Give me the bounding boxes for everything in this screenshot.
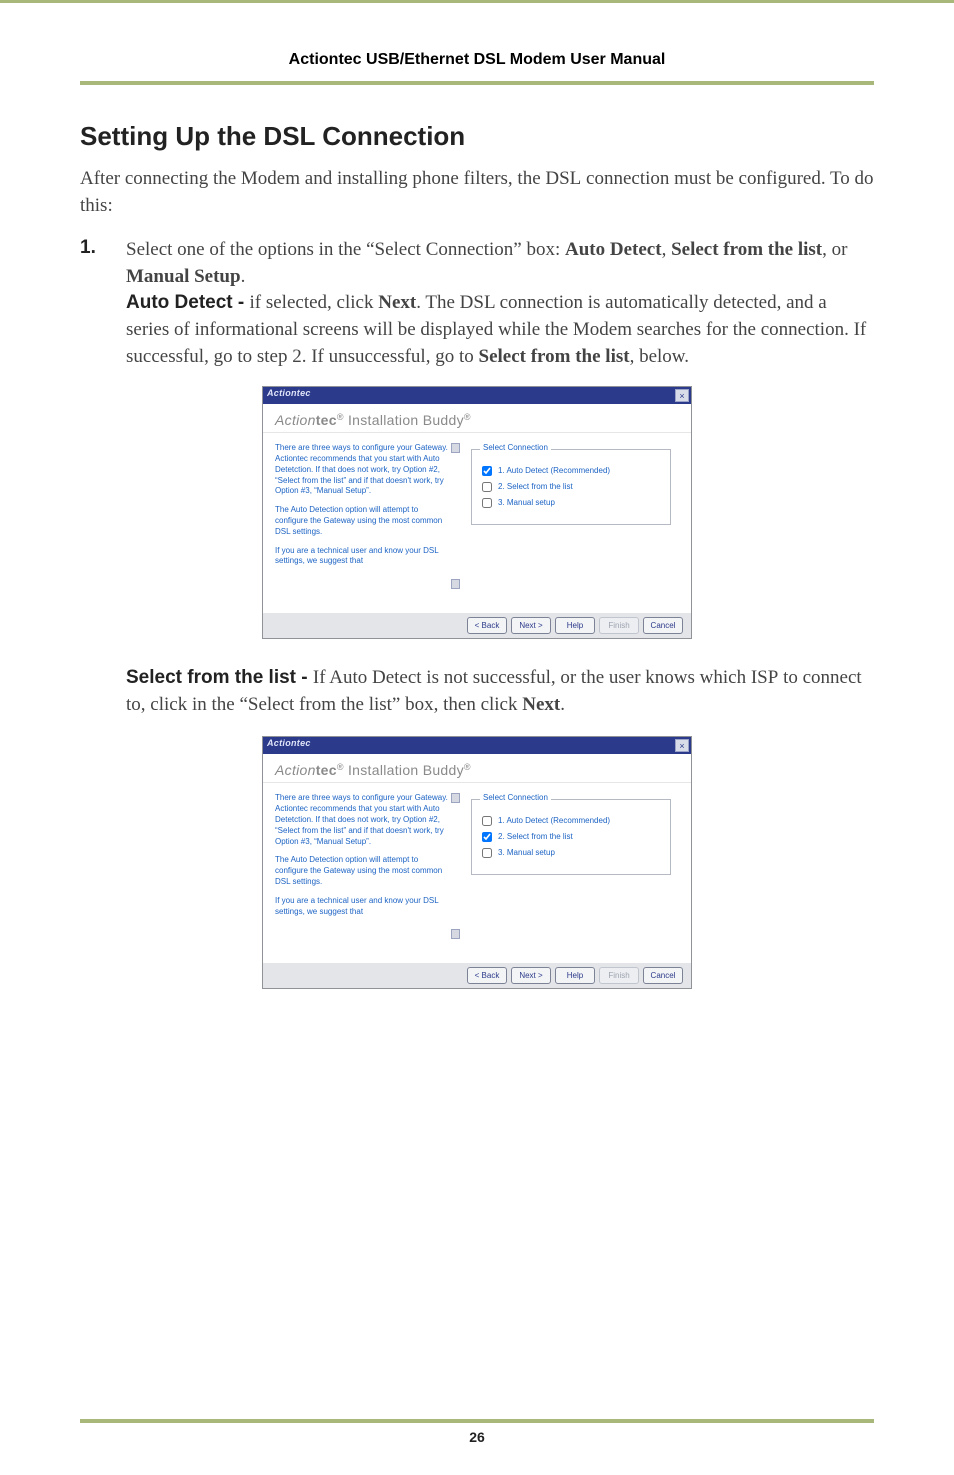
brand-rest: Installation Buddy xyxy=(344,762,464,778)
intro-dsl: DSL xyxy=(545,168,581,189)
dialog2-banner: Actiontec® Installation Buddy® xyxy=(263,754,691,783)
opt-auto-detect[interactable]: 1. Auto Detect (Recommended) xyxy=(482,816,660,826)
dialog1-brand: Actiontec® Installation Buddy® xyxy=(275,412,679,428)
s1-opt-auto: Auto Detect xyxy=(565,239,662,260)
fl-next: Next xyxy=(522,694,560,715)
opt-manual-label: 3. Manual setup xyxy=(498,498,555,507)
auto-dsl: DSL xyxy=(460,292,495,313)
select-from-list-paragraph: Select from the list - If Auto Detect is… xyxy=(80,665,874,718)
dialog2-instructions: There are three ways to configure your G… xyxy=(275,793,457,939)
opt-manual-label: 3. Manual setup xyxy=(498,848,555,857)
help-button[interactable]: Help xyxy=(555,967,595,984)
s1-sep1: , xyxy=(662,239,672,260)
close-icon[interactable]: × xyxy=(675,739,689,752)
select-connection-fieldset: Select Connection 1. Auto Detect (Recomm… xyxy=(471,449,671,525)
dialog1-button-row: < Back Next > Help Finish Cancel xyxy=(263,613,691,638)
next-button[interactable]: Next > xyxy=(511,967,551,984)
dialog1-banner: Actiontec® Installation Buddy® xyxy=(263,404,691,433)
scroll-up-icon[interactable] xyxy=(451,443,460,453)
brand-action: Action xyxy=(275,762,316,778)
auto-detect-label: Auto Detect - xyxy=(126,292,250,313)
next-button[interactable]: Next > xyxy=(511,617,551,634)
intro-text-a: After connecting the Modem and installin… xyxy=(80,168,545,189)
instr-p3: If you are a technical user and know you… xyxy=(275,896,451,918)
opt-manual[interactable]: 3. Manual setup xyxy=(482,498,660,508)
finish-button: Finish xyxy=(599,967,639,984)
auto-text-b: . The xyxy=(416,292,459,313)
brand-reg2: ® xyxy=(464,412,471,422)
opt-select-list-checkbox[interactable] xyxy=(482,832,492,842)
auto-text-a: if selected, click xyxy=(250,292,379,313)
opt-manual[interactable]: 3. Manual setup xyxy=(482,848,660,858)
cancel-button[interactable]: Cancel xyxy=(643,967,683,984)
scroll-up-icon[interactable] xyxy=(451,793,460,803)
opt-auto-detect-label: 1. Auto Detect (Recommended) xyxy=(498,816,610,825)
finish-button: Finish xyxy=(599,617,639,634)
footer-rule xyxy=(80,1419,874,1423)
auto-select-from-list: Select from the list xyxy=(479,346,630,367)
s1-text-a: Select one of the options in the “Select… xyxy=(126,239,565,260)
back-button[interactable]: < Back xyxy=(467,617,507,634)
brand-reg1: ® xyxy=(337,412,344,422)
instr-p3: If you are a technical user and know you… xyxy=(275,546,451,568)
s1-sep2: , or xyxy=(822,239,847,260)
instr-p2: The Auto Detection option will attempt t… xyxy=(275,855,451,887)
opt-auto-detect-checkbox[interactable] xyxy=(482,816,492,826)
brand-action: Action xyxy=(275,412,316,428)
auto-text-d: , below. xyxy=(630,346,689,367)
scroll-down-icon[interactable] xyxy=(451,929,460,939)
dialog2-button-row: < Back Next > Help Finish Cancel xyxy=(263,963,691,988)
opt-select-list[interactable]: 2. Select from the list xyxy=(482,832,660,842)
brand-reg2: ® xyxy=(464,762,471,772)
fl-text-a: If Auto Detect is not successful, or the… xyxy=(313,667,751,688)
fl-isp: ISP xyxy=(751,667,778,688)
fieldset-legend: Select Connection xyxy=(480,793,551,802)
s1-opt-select: Select from the list xyxy=(671,239,822,260)
fl-text-c: . xyxy=(560,694,565,715)
opt-manual-checkbox[interactable] xyxy=(482,848,492,858)
installation-dialog-2: Actiontec × Actiontec® Installation Budd… xyxy=(262,736,692,989)
step-1-number: 1. xyxy=(80,237,102,370)
fieldset-legend: Select Connection xyxy=(480,443,551,452)
s1-period: . xyxy=(241,266,246,287)
section-heading: Setting Up the DSL Connection xyxy=(80,121,874,152)
instr-p1: There are three ways to configure your G… xyxy=(275,443,451,497)
step-1-body: Select one of the options in the “Select… xyxy=(126,237,874,370)
brand-rest: Installation Buddy xyxy=(344,412,464,428)
opt-auto-detect-label: 1. Auto Detect (Recommended) xyxy=(498,466,610,475)
select-connection-fieldset: Select Connection 1. Auto Detect (Recomm… xyxy=(471,799,671,875)
brand-tec: tec xyxy=(316,762,337,778)
page-footer: 26 xyxy=(0,1413,954,1445)
dialog1-app-name: Actiontec xyxy=(267,388,311,398)
close-icon[interactable]: × xyxy=(675,389,689,402)
back-button[interactable]: < Back xyxy=(467,967,507,984)
cancel-button[interactable]: Cancel xyxy=(643,617,683,634)
installation-dialog-1: Actiontec × Actiontec® Installation Budd… xyxy=(262,386,692,639)
brand-tec: tec xyxy=(316,412,337,428)
opt-select-list[interactable]: 2. Select from the list xyxy=(482,482,660,492)
s1-opt-manual: Manual Setup xyxy=(126,266,241,287)
page-number: 26 xyxy=(0,1429,954,1445)
dialog1-instructions: There are three ways to configure your G… xyxy=(275,443,457,589)
manual-title-header: Actiontec USB/Ethernet DSL Modem User Ma… xyxy=(80,43,874,85)
intro-paragraph: After connecting the Modem and installin… xyxy=(80,166,874,219)
step-1: 1. Select one of the options in the “Sel… xyxy=(80,237,874,370)
opt-select-list-label: 2. Select from the list xyxy=(498,482,573,491)
opt-manual-checkbox[interactable] xyxy=(482,498,492,508)
scroll-down-icon[interactable] xyxy=(451,579,460,589)
dialog2-brand: Actiontec® Installation Buddy® xyxy=(275,762,679,778)
select-list-label: Select from the list - xyxy=(126,667,313,688)
opt-select-list-checkbox[interactable] xyxy=(482,482,492,492)
dialog2-app-name: Actiontec xyxy=(267,738,311,748)
brand-reg1: ® xyxy=(337,762,344,772)
opt-select-list-label: 2. Select from the list xyxy=(498,832,573,841)
dialog1-titlebar: Actiontec × xyxy=(263,387,691,404)
opt-auto-detect-checkbox[interactable] xyxy=(482,466,492,476)
auto-next: Next xyxy=(378,292,416,313)
instr-p1: There are three ways to configure your G… xyxy=(275,793,451,847)
opt-auto-detect[interactable]: 1. Auto Detect (Recommended) xyxy=(482,466,660,476)
help-button[interactable]: Help xyxy=(555,617,595,634)
dialog2-titlebar: Actiontec × xyxy=(263,737,691,754)
instr-p2: The Auto Detection option will attempt t… xyxy=(275,505,451,537)
